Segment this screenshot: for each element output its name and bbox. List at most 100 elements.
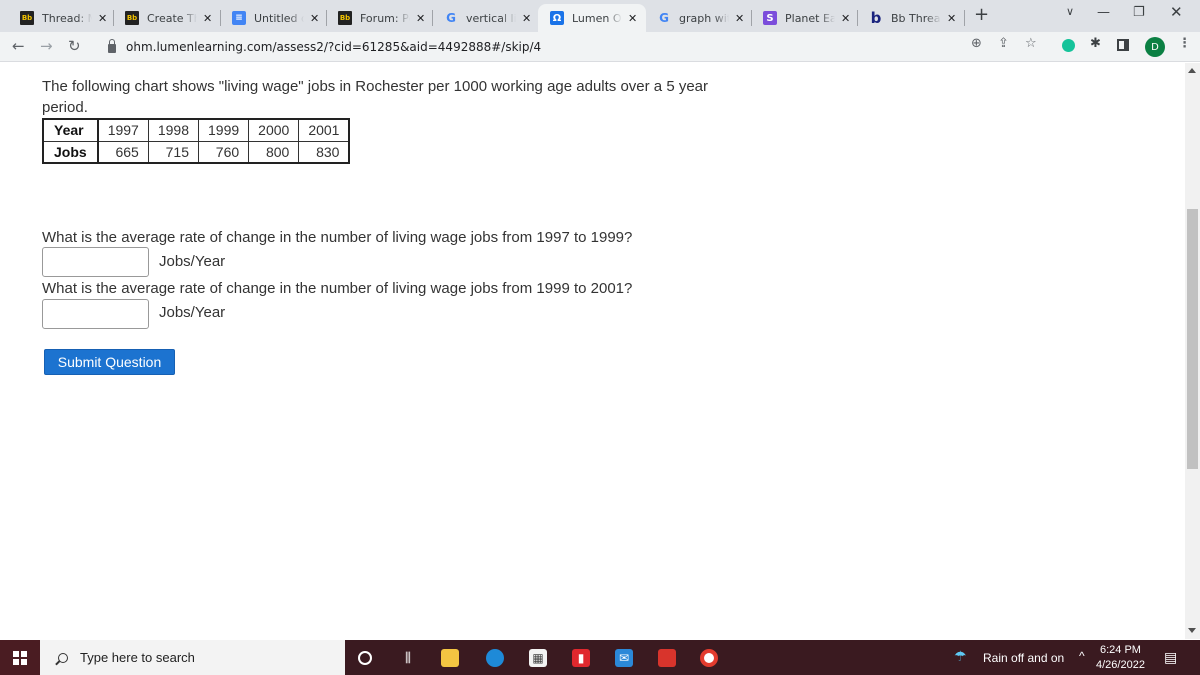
close-icon[interactable]: ✕ (98, 12, 107, 25)
restore-icon[interactable]: ❐ (1133, 5, 1145, 20)
google-docs-icon: ≡ (232, 11, 246, 25)
browser-toolbar: ← → ↻ ohm.lumenlearning.com/assess2/?cid… (0, 32, 1200, 62)
url-text[interactable]: ohm.lumenlearning.com/assess2/?cid=61285… (126, 40, 541, 54)
tab-graph-with[interactable]: G graph with ✕ (641, 4, 744, 32)
row-header-year: Year (42, 118, 99, 142)
close-icon[interactable]: ✕ (947, 12, 956, 25)
jobs-cell: 760 (197, 140, 250, 164)
year-cell: 1999 (197, 118, 250, 142)
file-explorer-icon[interactable] (441, 649, 459, 667)
task-view-icon[interactable]: ⫼ (399, 649, 417, 667)
problem-intro: The following chart shows "living wage" … (42, 78, 709, 116)
windows-logo-icon (13, 651, 27, 665)
table-row: Year 1997 1998 1999 2000 2001 (42, 118, 350, 142)
tab-create-thread[interactable]: Bb Create Thr ✕ (109, 4, 212, 32)
start-button[interactable] (0, 640, 40, 675)
close-icon[interactable]: ✕ (310, 12, 319, 25)
back-icon[interactable]: ← (12, 37, 25, 55)
chrome-icon[interactable] (700, 649, 718, 667)
store-icon[interactable]: ▦ (529, 649, 547, 667)
cortana-icon[interactable] (358, 651, 372, 665)
jobs-cell: 800 (248, 140, 300, 164)
extensions-puzzle-icon[interactable]: ✱ (1090, 36, 1101, 51)
tab-thread-my[interactable]: Bb Thread: My ✕ (4, 4, 107, 32)
reader-icon[interactable]: ▮ (572, 649, 590, 667)
taskbar-search[interactable]: Type here to search (40, 640, 345, 675)
scroll-down-arrow-icon[interactable] (1188, 628, 1196, 633)
tab-title: Bb Thread: (891, 11, 941, 25)
close-icon[interactable]: ✕ (203, 12, 212, 25)
profile-avatar[interactable]: D (1145, 37, 1165, 57)
address-bar[interactable]: ohm.lumenlearning.com/assess2/?cid=61285… (96, 34, 1036, 60)
tab-search-chevron-icon[interactable]: ∨ (1066, 5, 1074, 18)
year-cell: 1997 (97, 118, 149, 142)
menu-kebab-icon[interactable]: ⋮ (1178, 36, 1191, 51)
tab-title: Create Thr (147, 11, 197, 25)
answer-2-input[interactable] (42, 299, 149, 329)
clock-time: 6:24 PM (1099, 644, 1141, 656)
submit-question-button[interactable]: Submit Question (44, 349, 175, 375)
taskbar-clock[interactable]: 6:24 PM 4/26/2022 (1096, 643, 1145, 673)
year-cell: 1998 (147, 118, 200, 142)
minimize-icon[interactable]: — (1097, 5, 1110, 20)
bartleby-icon: b (870, 9, 882, 27)
weather-text[interactable]: Rain off and on (983, 651, 1064, 665)
weather-rain-icon: ☂ (954, 648, 967, 664)
close-icon[interactable]: ✕ (735, 12, 744, 25)
close-icon[interactable]: ✕ (522, 12, 531, 25)
close-icon[interactable]: ✕ (628, 12, 637, 25)
tab-title: Planet Eart (785, 11, 835, 25)
tab-title: Lumen OH (572, 11, 622, 25)
share-icon[interactable]: ⇪ (998, 36, 1009, 51)
tab-separator (964, 10, 965, 26)
search-placeholder: Type here to search (80, 650, 195, 665)
tab-vertical-line[interactable]: G vertical line ✕ (428, 4, 531, 32)
google-icon: G (446, 11, 456, 25)
side-panel-icon[interactable] (1117, 39, 1129, 51)
jobs-cell: 665 (97, 140, 149, 164)
tab-forum[interactable]: Bb Forum: Per ✕ (322, 4, 425, 32)
jobs-cell: 715 (147, 140, 200, 164)
tab-lumen-ohm[interactable]: Ω Lumen OH ✕ (538, 4, 646, 32)
close-window-icon[interactable]: ✕ (1170, 3, 1183, 21)
tab-untitled-doc[interactable]: ≡ Untitled do ✕ (216, 4, 319, 32)
answer-2-unit: Jobs/Year (159, 304, 226, 321)
blackboard-icon: Bb (20, 11, 34, 25)
notification-icon[interactable]: ▤ (1164, 649, 1177, 666)
tab-bb-thread[interactable]: b Bb Thread: ✕ (853, 4, 957, 32)
answer-1-input[interactable] (42, 247, 149, 277)
search-icon (58, 652, 68, 663)
blackboard-icon: Bb (125, 11, 139, 25)
answer-1-unit: Jobs/Year (159, 253, 226, 270)
question-1: What is the average rate of change in th… (42, 229, 633, 246)
mail-icon[interactable]: ✉ (615, 649, 633, 667)
google-icon: G (659, 11, 669, 25)
page-scrollbar[interactable] (1185, 63, 1200, 639)
blackboard-icon: Bb (338, 11, 352, 25)
year-cell: 2000 (248, 118, 300, 142)
scroll-up-arrow-icon[interactable] (1188, 68, 1196, 73)
row-header-jobs: Jobs (42, 140, 99, 164)
zoom-icon[interactable]: ⊕ (971, 36, 982, 51)
question-2: What is the average rate of change in th… (42, 280, 633, 297)
tray-chevron-up-icon[interactable]: ^ (1079, 649, 1085, 663)
close-icon[interactable]: ✕ (841, 12, 850, 25)
reload-icon[interactable]: ↻ (68, 37, 81, 55)
new-tab-button[interactable]: + (974, 4, 989, 25)
avatar-initial: D (1151, 41, 1159, 53)
lock-icon (108, 39, 116, 53)
clock-date: 4/26/2022 (1096, 659, 1145, 671)
planet-s-icon: S (763, 11, 777, 25)
grammarly-icon[interactable] (1062, 39, 1075, 52)
jobs-cell: 830 (298, 140, 350, 164)
scrollbar-thumb[interactable] (1187, 209, 1198, 469)
tab-planet-earth[interactable]: S Planet Eart ✕ (747, 4, 850, 32)
tab-title: Thread: My (42, 11, 92, 25)
close-icon[interactable]: ✕ (416, 12, 425, 25)
tab-title: graph with (679, 11, 729, 25)
app-icon[interactable] (658, 649, 676, 667)
windows-taskbar: Type here to search ⫼ ▦ ▮ ✉ ☂ Rain off a… (0, 640, 1200, 675)
edge-icon[interactable] (486, 649, 504, 667)
bookmark-star-icon[interactable]: ☆ (1025, 36, 1037, 51)
forward-icon[interactable]: → (40, 37, 53, 55)
